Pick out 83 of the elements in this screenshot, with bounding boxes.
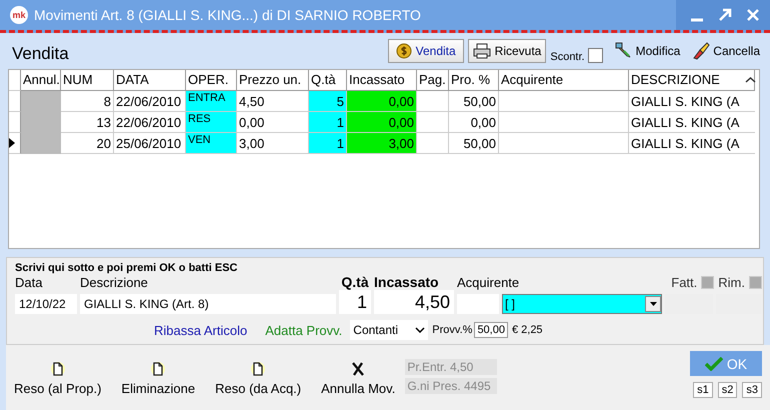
checkmark-icon bbox=[704, 356, 723, 370]
column-header[interactable]: Pag. bbox=[417, 70, 449, 91]
field-label: Descrizione bbox=[80, 275, 149, 290]
current-row-icon bbox=[9, 138, 15, 148]
shortcut-button[interactable]: s3 bbox=[742, 382, 762, 398]
close-icon[interactable] bbox=[746, 8, 760, 22]
fatt-checkbox[interactable] bbox=[701, 276, 714, 289]
table-cell: ENTRA bbox=[186, 91, 237, 112]
commission-field[interactable]: 50,00 bbox=[474, 322, 508, 338]
buyer-dropdown[interactable]: [ ] bbox=[502, 294, 662, 314]
scontr-checkbox[interactable] bbox=[588, 48, 603, 62]
description-field[interactable]: GIALLI S. KING (Art. 8) bbox=[80, 294, 336, 314]
rim-checkbox[interactable] bbox=[749, 276, 762, 289]
table-cell bbox=[21, 91, 61, 112]
field-label: Incassato bbox=[374, 274, 440, 290]
table-cell: RES bbox=[186, 112, 237, 133]
table-cell: 1 bbox=[309, 133, 347, 154]
sale-button[interactable]: Vendita bbox=[388, 39, 464, 63]
table-cell: GIALLI S. KING (A bbox=[629, 91, 755, 112]
app-logo: mk bbox=[10, 6, 28, 24]
info-text: Pr.Entr. 4,50 bbox=[405, 359, 498, 375]
window-title: Movimenti Art. 8 (GIALLI S. KING...) di DI SARNIO ROBERTO bbox=[34, 7, 422, 23]
receipt-button[interactable]: Ricevuta bbox=[468, 39, 546, 63]
field-label: Provv.% bbox=[432, 324, 472, 336]
action-button[interactable]: Reso (da Acq.) bbox=[215, 361, 302, 396]
maximize-icon[interactable] bbox=[718, 8, 732, 22]
instruction-text: Scrivi qui sotto e poi premi OK o batti ESC bbox=[15, 262, 238, 274]
action-button[interactable]: Reso (al Prop.) bbox=[14, 361, 102, 396]
table-cell: 5 bbox=[309, 91, 347, 112]
shortcut-button[interactable]: s2 bbox=[718, 382, 738, 398]
payment-dropdown[interactable]: Contanti bbox=[350, 320, 428, 340]
section-title: Vendita bbox=[12, 43, 70, 64]
column-header[interactable]: Pro. % bbox=[449, 70, 499, 91]
column-header[interactable]: DESCRIZIONE bbox=[629, 70, 755, 91]
info-text: G.ni Pres. 4495 bbox=[405, 378, 498, 394]
commission-amount: € 2,25 bbox=[512, 324, 543, 336]
table-cell: 0,00 bbox=[347, 112, 417, 133]
table-cell: VEN bbox=[186, 133, 237, 154]
column-header[interactable]: Prezzo un. bbox=[237, 70, 309, 91]
eraser-icon bbox=[692, 42, 710, 60]
table-cell bbox=[21, 133, 61, 154]
amount-field[interactable]: 4,50 bbox=[374, 290, 454, 314]
table-cell: GIALLI S. KING (A bbox=[629, 112, 755, 133]
table-cell: 3,00 bbox=[347, 133, 417, 154]
table-cell: GIALLI S. KING (A bbox=[629, 133, 755, 154]
column-header[interactable]: NUM bbox=[61, 70, 114, 91]
table-cell: 13 bbox=[61, 112, 114, 133]
action-button[interactable]: Annulla Mov. bbox=[321, 361, 396, 396]
column-header[interactable]: DATA bbox=[114, 70, 186, 91]
quantity-field[interactable]: 1 bbox=[339, 290, 371, 314]
table-cell: 0,00 bbox=[347, 91, 417, 112]
checkbox-label: Scontr. bbox=[550, 50, 585, 62]
table-cell bbox=[417, 91, 449, 112]
header-corner bbox=[9, 70, 21, 91]
table-cell: 0,00 bbox=[449, 112, 499, 133]
document-icon bbox=[50, 361, 65, 377]
edit-button[interactable]: Modifica bbox=[614, 39, 680, 63]
table-cell: 8 bbox=[61, 91, 114, 112]
column-header[interactable]: Acquirente bbox=[499, 70, 629, 91]
field-label: Acquirente bbox=[457, 275, 520, 290]
shortcut-button[interactable]: s1 bbox=[693, 382, 713, 398]
dropdown-arrow-icon bbox=[650, 302, 656, 306]
commission-link[interactable]: Adatta Provv. bbox=[265, 322, 342, 338]
delete-button[interactable]: Cancella bbox=[692, 39, 760, 63]
checkbox-label: Rim. bbox=[718, 275, 745, 290]
field-label: Q.tà bbox=[341, 274, 369, 290]
action-button[interactable]: Eliminazione bbox=[121, 361, 196, 396]
printer-icon bbox=[472, 43, 491, 59]
table-cell: 1 bbox=[309, 112, 347, 133]
table-cell bbox=[417, 133, 449, 154]
table-cell: 20 bbox=[61, 133, 114, 154]
table-cell bbox=[417, 112, 449, 133]
field-label: Data bbox=[15, 275, 44, 290]
date-field[interactable]: 12/10/22 bbox=[15, 294, 77, 314]
document-icon bbox=[151, 361, 166, 377]
chevron-down-icon bbox=[415, 327, 426, 333]
checkbox-label: Fatt. bbox=[671, 275, 698, 290]
document-icon bbox=[251, 361, 266, 377]
x-icon bbox=[351, 361, 366, 377]
discount-link[interactable]: Ribassa Articolo bbox=[154, 322, 248, 338]
table-cell: 50,00 bbox=[449, 133, 499, 154]
table-cell: 50,00 bbox=[449, 91, 499, 112]
coin-icon bbox=[396, 43, 412, 59]
